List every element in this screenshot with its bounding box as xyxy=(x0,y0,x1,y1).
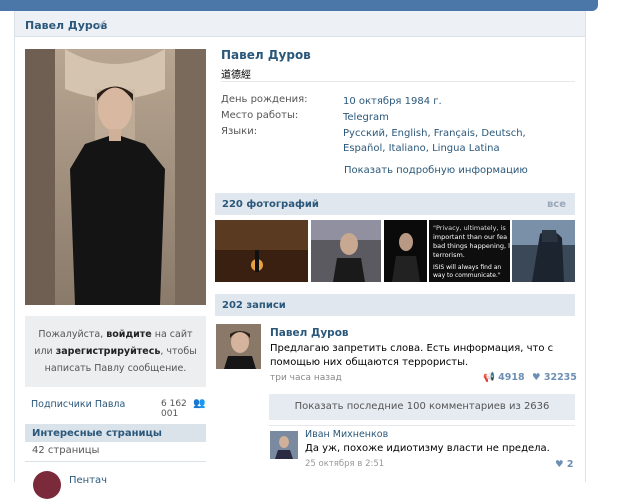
top-bar xyxy=(0,0,598,11)
comment-time[interactable]: 25 октября в 2:51 xyxy=(305,459,384,469)
photos-all-link[interactable]: все xyxy=(547,199,566,210)
photos-title: 220 фотографий xyxy=(222,199,319,210)
wall-header[interactable]: 202 записи xyxy=(215,294,575,316)
comment-author[interactable]: Иван Михненков xyxy=(305,429,388,440)
like-count: 32235 xyxy=(543,372,577,383)
login-link[interactable]: войдите xyxy=(106,329,151,340)
people-icon: 👥 xyxy=(193,398,206,409)
svg-text:ISIS will always find an: ISIS will always find an xyxy=(433,264,501,271)
verified-check-icon: ✔ xyxy=(97,17,108,31)
show-more-info-link[interactable]: Показать подробную информацию xyxy=(344,165,528,176)
like-button[interactable]: ♥ 32235 xyxy=(532,372,577,383)
megaphone-icon: 📢 xyxy=(483,372,495,383)
post-author-avatar[interactable] xyxy=(216,324,261,369)
divider xyxy=(221,81,575,82)
wall-title: 202 записи xyxy=(222,300,286,311)
info-value[interactable]: Telegram xyxy=(343,110,563,125)
page-link[interactable]: Пентач xyxy=(69,475,107,486)
subscribers-row[interactable]: Подписчики Павла 6 162 001 👥 xyxy=(25,398,206,419)
subscribers-label[interactable]: Подписчики Павла xyxy=(31,399,125,410)
profile-name: Павел Дуров xyxy=(221,48,311,62)
show-comments-button[interactable]: Показать последние 100 комментариев из 2… xyxy=(269,394,575,420)
info-key: День рождения: xyxy=(221,94,308,105)
info-value[interactable]: 10 октября 1984 г. xyxy=(343,94,563,109)
prompt-text: Пожалуйста, xyxy=(38,329,107,340)
svg-text:"Privacy, ultimately, is: "Privacy, ultimately, is xyxy=(433,224,506,232)
svg-text:bad things happening, li: bad things happening, li xyxy=(433,242,510,250)
write-message-prompt: Пожалуйста, войдите на сайт или зарегист… xyxy=(25,316,206,387)
svg-text:terrorism.: terrorism. xyxy=(433,251,465,259)
post-time[interactable]: три часа назад xyxy=(270,373,342,383)
page-title: Павел Дуров xyxy=(25,19,108,32)
divider xyxy=(25,461,206,462)
heart-icon: ♥ xyxy=(532,372,541,383)
photo-thumbnail[interactable]: "Privacy, ultimately, is important than … xyxy=(429,220,510,282)
heart-icon: ♥ xyxy=(555,459,564,470)
profile-photo[interactable] xyxy=(25,49,206,305)
info-value[interactable]: Русский, English, Français, Deutsch, Esp… xyxy=(343,126,563,156)
profile-status: 道德經 xyxy=(221,70,251,81)
photo-thumbnail[interactable] xyxy=(311,220,381,282)
post-author[interactable]: Павел Дуров xyxy=(270,327,349,339)
share-count: 4918 xyxy=(498,372,525,383)
interesting-pages-header[interactable]: Интересные страницы xyxy=(25,424,206,442)
comment-like-count: 2 xyxy=(566,459,574,470)
title-bar: Павел Дуров ✔ xyxy=(15,11,585,37)
info-key: Место работы: xyxy=(221,110,299,121)
photo-thumbnail[interactable] xyxy=(215,220,308,282)
share-button[interactable]: 📢 4918 xyxy=(483,372,525,383)
comment-author-avatar[interactable] xyxy=(270,431,298,459)
photo-thumbnail[interactable] xyxy=(384,220,427,282)
svg-text:important than our fea: important than our fea xyxy=(433,233,507,241)
comment-like-button[interactable]: ♥ 2 xyxy=(555,459,573,470)
post-text: Предлагаю запретить слова. Есть информац… xyxy=(270,343,554,368)
register-link[interactable]: зарегистрируйтесь xyxy=(56,346,161,357)
divider xyxy=(269,425,575,426)
post-time-text[interactable]: три часа назад xyxy=(270,373,342,383)
photo-thumbnail[interactable] xyxy=(512,220,575,282)
page-avatar[interactable] xyxy=(33,471,61,499)
interesting-pages-count: 42 страницы xyxy=(32,445,100,456)
info-key: Языки: xyxy=(221,126,258,137)
interesting-pages-title: Интересные страницы xyxy=(32,428,162,439)
profile-page: Павел Дуров ✔ Пожалуйста, войдите на сай… xyxy=(14,11,586,499)
photos-header[interactable]: 220 фотографий все xyxy=(215,193,575,215)
svg-text:way to communicate.": way to communicate." xyxy=(433,272,501,279)
comment-text: Да уж, похоже идиотизму власти не предел… xyxy=(305,443,550,454)
